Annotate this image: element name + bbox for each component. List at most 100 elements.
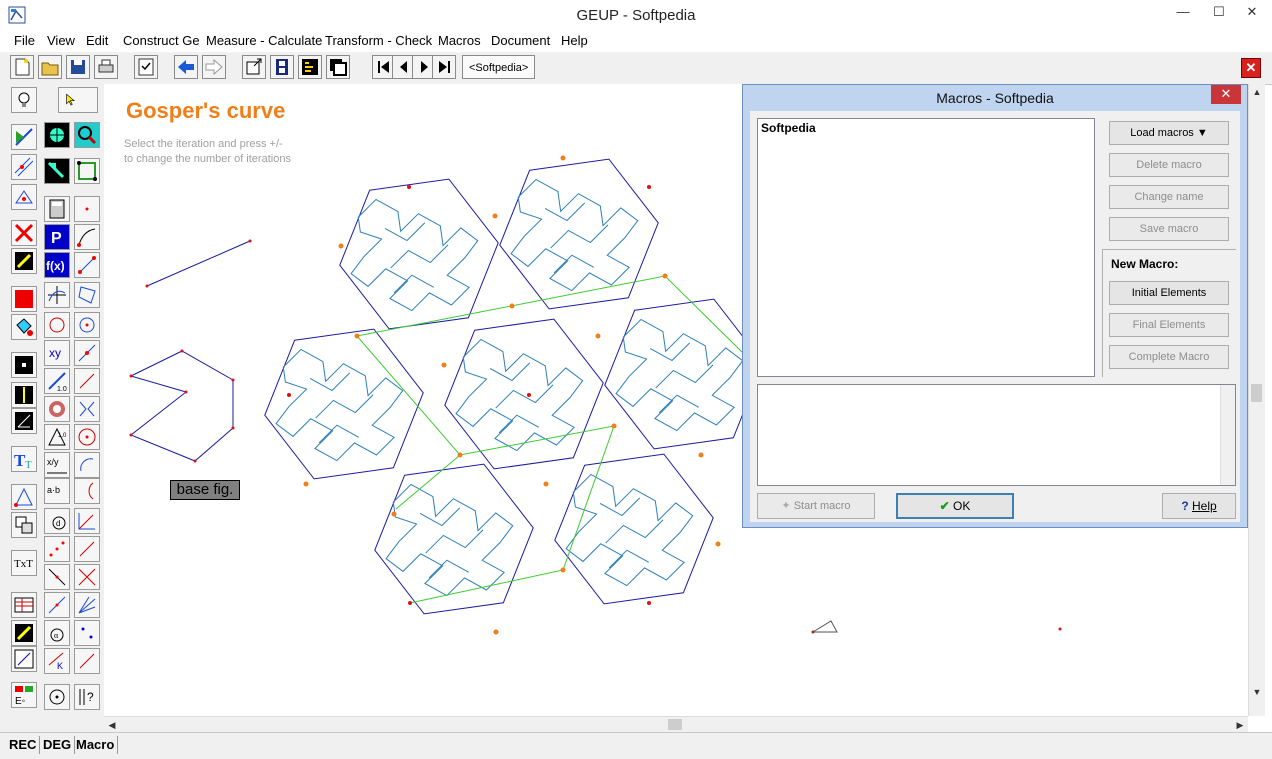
constant-icon[interactable]: K — [44, 648, 70, 674]
parameter-icon[interactable]: P — [44, 224, 70, 250]
color-red-icon[interactable] — [11, 286, 37, 312]
grid-points-icon[interactable] — [74, 158, 100, 184]
circle-center-icon[interactable] — [74, 424, 100, 450]
move-view-icon[interactable] — [44, 158, 70, 184]
circle-tool-icon[interactable] — [74, 312, 100, 338]
reflection-icon[interactable] — [74, 396, 100, 422]
description-scrollbar[interactable] — [1220, 385, 1235, 485]
polygon-tool-icon[interactable] — [74, 282, 100, 308]
minimize-button[interactable]: — — [1164, 0, 1202, 24]
initial-elements-button[interactable]: Initial Elements — [1109, 281, 1229, 305]
menu-macros[interactable]: Macros — [438, 33, 481, 48]
delete-icon[interactable] — [11, 220, 37, 246]
angle-style-icon[interactable] — [11, 408, 37, 434]
macro-list-item[interactable]: Softpedia — [761, 121, 816, 135]
scroll-right-icon[interactable]: ▶ — [1232, 717, 1248, 733]
line-tool-icon[interactable] — [11, 124, 37, 150]
ok-button[interactable]: ✔ OK — [896, 493, 1014, 519]
print-button[interactable] — [94, 55, 118, 79]
change-name-button[interactable]: Change name — [1109, 185, 1229, 209]
menu-edit[interactable]: Edit — [86, 33, 108, 48]
dots-line-icon[interactable] — [44, 536, 70, 562]
table-icon[interactable] — [11, 592, 37, 618]
intersection-icon[interactable] — [44, 564, 70, 590]
arc-center-icon[interactable] — [74, 452, 100, 478]
new-file-button[interactable] — [10, 55, 34, 79]
complete-macro-button[interactable]: Complete Macro — [1109, 345, 1229, 369]
zoom-icon[interactable] — [74, 122, 100, 148]
fill-bucket-icon[interactable] — [11, 314, 37, 340]
highlight-icon[interactable] — [11, 248, 37, 274]
distance-icon[interactable]: d — [44, 508, 70, 534]
compass-icon[interactable] — [44, 684, 70, 710]
menu-measure[interactable]: Measure - Calculate — [206, 33, 322, 48]
scroll-up-icon[interactable]: ▲ — [1249, 84, 1265, 100]
scale-icon[interactable] — [11, 646, 37, 672]
redo-arrow-icon[interactable] — [202, 55, 226, 79]
text-tool-icon[interactable]: TT — [11, 446, 37, 472]
close-button[interactable]: ✕ — [1230, 0, 1272, 24]
delete-macro-button[interactable]: Delete macro — [1109, 153, 1229, 177]
macro-description[interactable] — [757, 384, 1236, 486]
menu-view[interactable]: View — [47, 33, 75, 48]
menu-help[interactable]: Help — [561, 33, 588, 48]
film-button[interactable] — [270, 55, 294, 79]
axes-icon[interactable] — [74, 508, 100, 534]
calculator-icon[interactable] — [44, 196, 70, 222]
vector-tool-icon[interactable] — [74, 368, 100, 394]
save-file-button[interactable] — [66, 55, 90, 79]
layers-button[interactable] — [326, 55, 350, 79]
scroll-left-icon[interactable]: ◀ — [104, 717, 120, 733]
arc-tool-icon[interactable] — [74, 224, 100, 250]
animation-icon[interactable] — [11, 620, 37, 646]
segment-tool-icon[interactable] — [74, 252, 100, 278]
horizontal-scrollbar[interactable]: ◀ ▶ — [104, 716, 1248, 733]
graph-icon[interactable] — [44, 282, 70, 308]
document-tab[interactable]: <Softpedia> — [462, 55, 536, 79]
load-macros-button[interactable]: Load macros ▼ — [1109, 121, 1229, 145]
text-transform-icon[interactable]: TxT — [11, 550, 37, 576]
base-figure-label[interactable]: base fig. — [170, 480, 240, 500]
hint-bulb-icon[interactable] — [11, 87, 37, 113]
dialog-close-button[interactable]: ✕ — [1211, 85, 1241, 104]
start-macro-button[interactable]: ✦ Start macro — [757, 493, 875, 519]
function-icon[interactable]: f(x) — [44, 252, 70, 278]
measure-angle-icon[interactable]: 1.0 — [44, 424, 70, 450]
line-style-icon[interactable] — [11, 382, 37, 408]
help-button[interactable]: ? Help — [1162, 493, 1236, 519]
sequence-button[interactable] — [298, 55, 322, 79]
pointer-icon[interactable] — [58, 87, 98, 113]
vertical-scrollbar[interactable]: ▲ ▼ — [1248, 84, 1265, 716]
measure-length-icon[interactable]: 1.0 — [44, 368, 70, 394]
vertical-scroll-thumb[interactable] — [1251, 384, 1262, 402]
check-button[interactable] — [134, 55, 158, 79]
ratio-icon[interactable]: x/y — [44, 452, 70, 478]
open-file-button[interactable] — [38, 55, 62, 79]
palette-icon[interactable]: E◦ — [11, 682, 37, 708]
horizontal-scroll-thumb[interactable] — [668, 719, 682, 730]
ray-tool-icon[interactable] — [74, 340, 100, 366]
menu-file[interactable]: File — [14, 33, 35, 48]
window-button[interactable] — [242, 55, 266, 79]
menu-transform[interactable]: Transform - Check — [325, 33, 432, 48]
angle-alpha-icon[interactable]: α — [44, 620, 70, 646]
rotate-icon[interactable] — [44, 312, 70, 338]
product-icon[interactable]: a·b — [44, 478, 70, 504]
close-document-button[interactable]: ✕ — [1241, 58, 1261, 78]
fan-lines-icon[interactable] — [74, 592, 100, 618]
help-query-icon[interactable]: ? — [74, 684, 100, 710]
scroll-down-icon[interactable]: ▼ — [1249, 684, 1265, 700]
macro-list[interactable]: Softpedia — [757, 118, 1095, 377]
zoom-fit-icon[interactable] — [44, 122, 70, 148]
triangle-tool-icon[interactable] — [11, 184, 37, 210]
midpoint-icon[interactable] — [44, 592, 70, 618]
cross-lines-icon[interactable] — [74, 564, 100, 590]
curve-icon[interactable] — [74, 478, 100, 504]
point-tool-icon[interactable] — [74, 196, 100, 222]
triangle-label-icon[interactable] — [11, 484, 37, 510]
parallel-tool-icon[interactable] — [11, 154, 37, 180]
copy-figure-icon[interactable] — [11, 512, 37, 538]
line-red-icon[interactable] — [74, 648, 100, 674]
undo-arrow-icon[interactable] — [174, 55, 198, 79]
menu-construct[interactable]: Construct Ge — [123, 33, 200, 48]
